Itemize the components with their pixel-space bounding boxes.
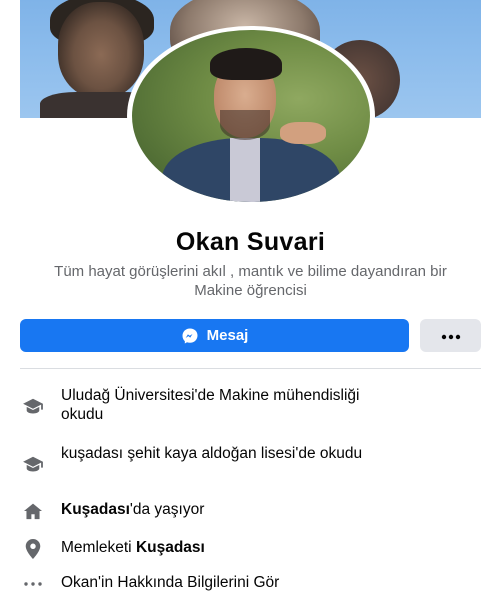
detail-education-highschool[interactable]: kuşadası şehit kaya aldoğan lisesi'de ok… xyxy=(20,444,481,475)
profile-bio: Tüm hayat görüşlerini akıl , mantık ve b… xyxy=(54,263,447,299)
profile-name: Okan Suvari xyxy=(175,228,326,256)
more-dots-icon xyxy=(441,327,461,345)
lives-in-place[interactable]: Kuşadası xyxy=(61,501,130,518)
message-button[interactable]: Mesaj xyxy=(20,319,409,352)
profile-avatar[interactable] xyxy=(132,30,370,202)
more-dots-icon xyxy=(20,573,46,595)
detail-education-university-text: Uludağ Üniversitesi'de Makine mühendisli… xyxy=(61,387,360,423)
detail-lives-in-text: Kuşadası'da yaşıyor xyxy=(61,500,204,519)
messenger-icon xyxy=(181,327,199,345)
detail-education-highschool-text: kuşadası şehit kaya aldoğan lisesi'de ok… xyxy=(61,445,363,462)
hometown-prefix: Memleketi xyxy=(61,539,136,556)
hometown-place[interactable]: Kuşadası xyxy=(136,539,205,556)
see-about-text: Okan'in Hakkında Bilgilerini Gör xyxy=(61,574,280,591)
detail-hometown-text: Memleketi Kuşadası xyxy=(61,538,205,557)
lives-in-suffix: 'da yaşıyor xyxy=(129,501,205,518)
avatar-beard xyxy=(220,110,270,140)
graduation-cap-icon xyxy=(20,395,46,417)
avatar-shirt xyxy=(230,138,260,202)
avatar-hand xyxy=(280,122,326,144)
message-button-label: Mesaj xyxy=(206,327,249,344)
detail-hometown[interactable]: Memleketi Kuşadası xyxy=(20,538,481,560)
more-options-button[interactable] xyxy=(420,319,481,352)
location-pin-icon xyxy=(20,538,46,560)
cover-figure-left xyxy=(58,2,144,98)
detail-education-university[interactable]: Uludağ Üniversitesi'de Makine mühendisli… xyxy=(20,386,481,424)
avatar-hair xyxy=(210,48,282,80)
detail-lives-in[interactable]: Kuşadası'da yaşıyor xyxy=(20,500,481,522)
section-divider xyxy=(20,368,481,369)
home-icon xyxy=(20,500,46,522)
see-about-link[interactable]: Okan'in Hakkında Bilgilerini Gör xyxy=(20,573,481,595)
graduation-cap-icon xyxy=(20,453,46,475)
